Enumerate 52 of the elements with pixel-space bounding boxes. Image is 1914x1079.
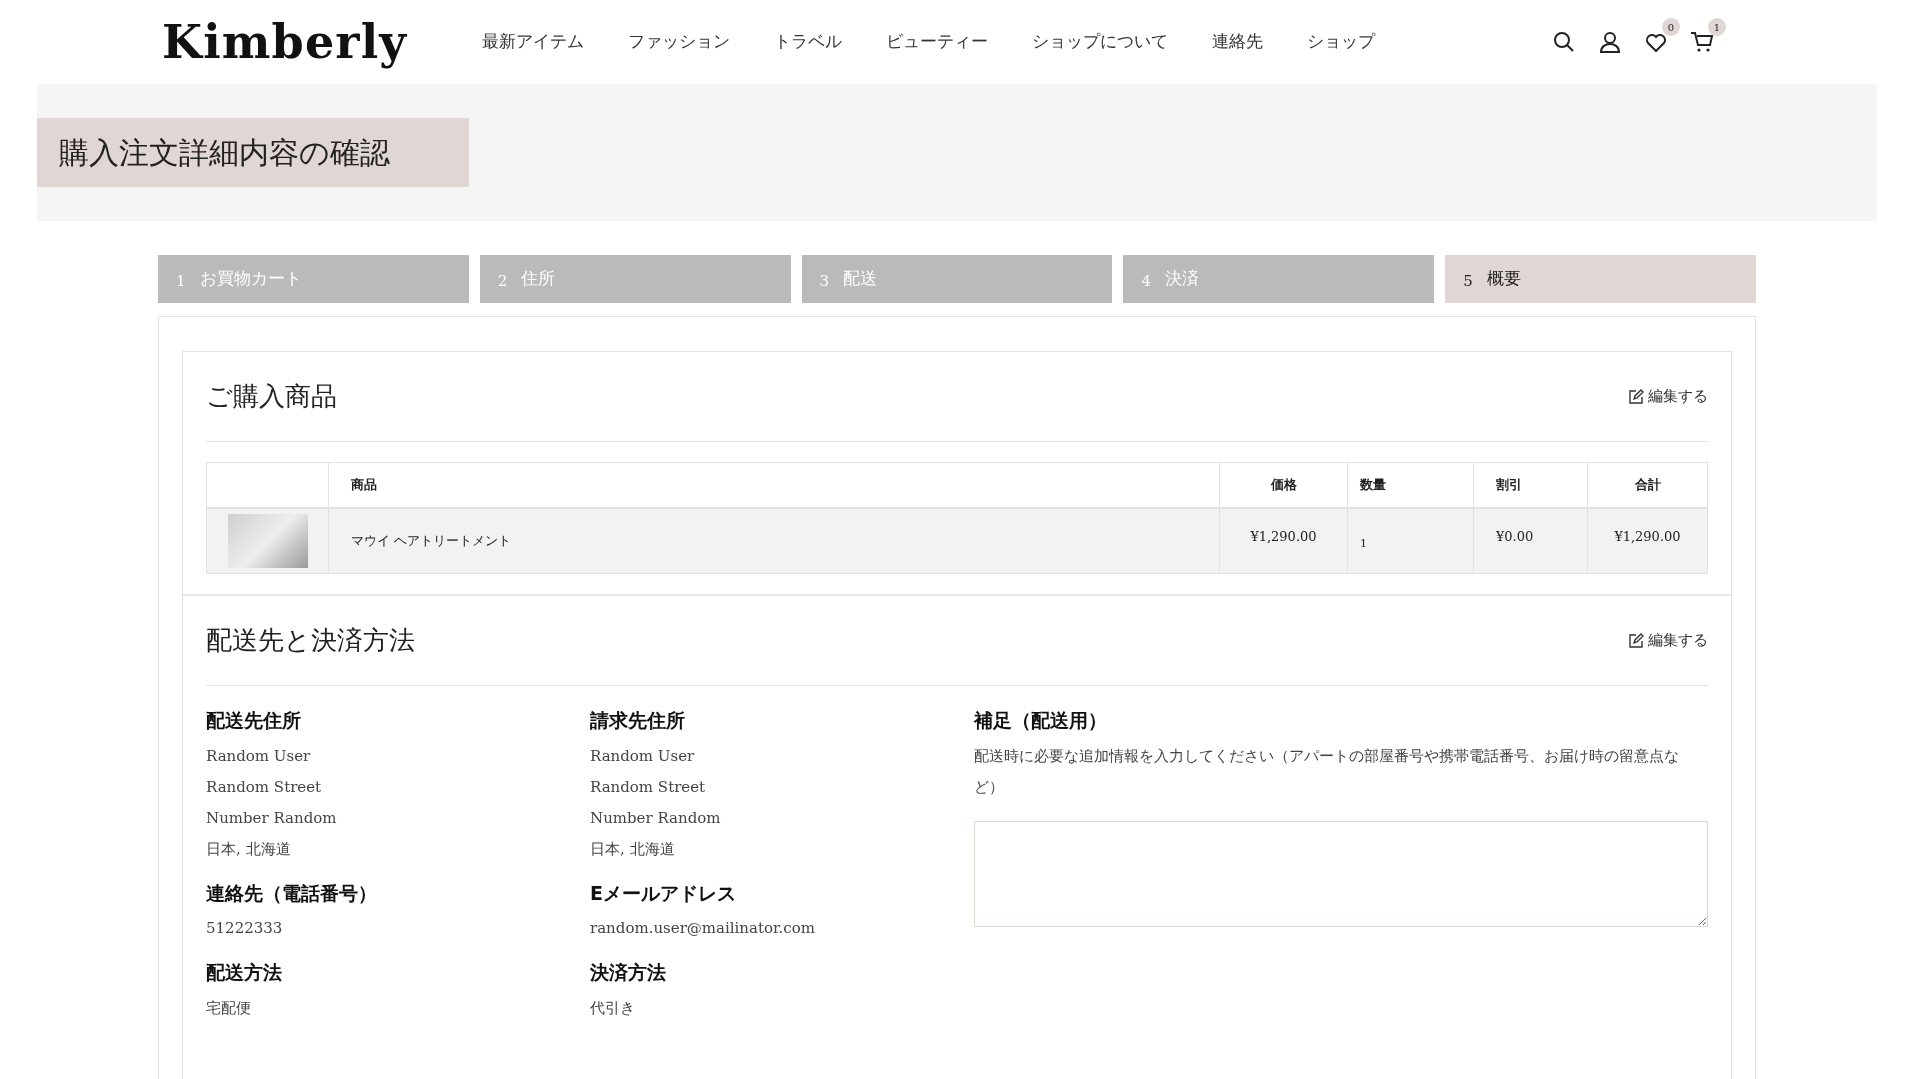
page-title: 購入注文詳細内容の確認 <box>37 118 469 187</box>
section-title: 配送先と決済方法 <box>206 624 415 657</box>
table-cell: 1 <box>1347 507 1474 574</box>
note-field[interactable] <box>974 820 1708 927</box>
field-value: 日本, 北海道 <box>206 838 292 860</box>
column-header: 合計 <box>1587 462 1708 508</box>
checkout-step[interactable]: 5 概要 <box>1445 255 1756 303</box>
field-value: Random Street <box>206 776 323 798</box>
field-value: 51222333 <box>206 918 284 939</box>
table-cell: ¥1,290.00 <box>1219 507 1348 574</box>
column-header: 割引 <box>1473 462 1588 508</box>
field-value: 日本, 北海道 <box>590 838 676 860</box>
cart-icon[interactable] <box>1690 30 1714 54</box>
table-cell: ¥0.00 <box>1473 507 1588 574</box>
field-description: 配送時に必要な追加情報を入力してください（アパートの部屋番号や携帯電話番号、お届け時の留意点など） <box>974 745 1680 798</box>
field-heading: 連絡先（電話番号） <box>206 880 378 906</box>
column-header: 数量 <box>1347 462 1474 508</box>
field-value: Random Street <box>590 776 707 798</box>
field-heading: 決済方法 <box>590 960 667 985</box>
field-heading: 補足（配送用） <box>974 708 1108 733</box>
user-icon[interactable] <box>1598 30 1622 54</box>
site-logo[interactable]: Kimberly <box>162 7 482 77</box>
column-header: 商品 <box>328 462 1220 508</box>
nav-link[interactable]: ファッション <box>628 29 730 55</box>
field-heading: 請求先住所 <box>590 708 686 733</box>
field-value: Random User <box>206 745 312 767</box>
count-badge: 0 <box>1662 18 1680 36</box>
edit-icon <box>1628 632 1644 649</box>
field-heading: 配送先住所 <box>206 708 302 733</box>
nav-link[interactable]: ビューティー <box>886 29 988 55</box>
field-value: 代引き <box>590 997 636 1019</box>
field-value: Number Random <box>590 807 722 829</box>
nav-link[interactable]: ショップ <box>1307 29 1375 55</box>
column-header: 価格 <box>1219 462 1348 508</box>
table-cell: ¥1,290.00 <box>1587 507 1708 574</box>
field-value: Number Random <box>206 807 338 829</box>
search-icon[interactable] <box>1552 30 1576 54</box>
count-badge: 1 <box>1708 18 1726 36</box>
edit-link[interactable]: 編集する <box>1628 385 1708 408</box>
edit-link[interactable]: 編集する <box>1628 629 1708 652</box>
nav-link[interactable]: 連絡先 <box>1212 29 1263 55</box>
table-cell: マウイ ヘアトリートメント <box>328 507 1220 574</box>
field-value: Random User <box>590 745 696 767</box>
field-heading: 配送方法 <box>206 960 283 985</box>
nav-link[interactable]: ショップについて <box>1032 29 1168 55</box>
section-title: ご購入商品 <box>206 380 337 413</box>
field-heading: Eメールアドレス <box>590 880 737 906</box>
field-value: random.user@mailinator.com <box>590 918 816 939</box>
nav-link[interactable]: 最新アイテム <box>482 29 584 55</box>
edit-icon <box>1628 388 1644 405</box>
nav-link[interactable]: トラベル <box>774 29 842 55</box>
field-value: 宅配便 <box>206 997 252 1019</box>
